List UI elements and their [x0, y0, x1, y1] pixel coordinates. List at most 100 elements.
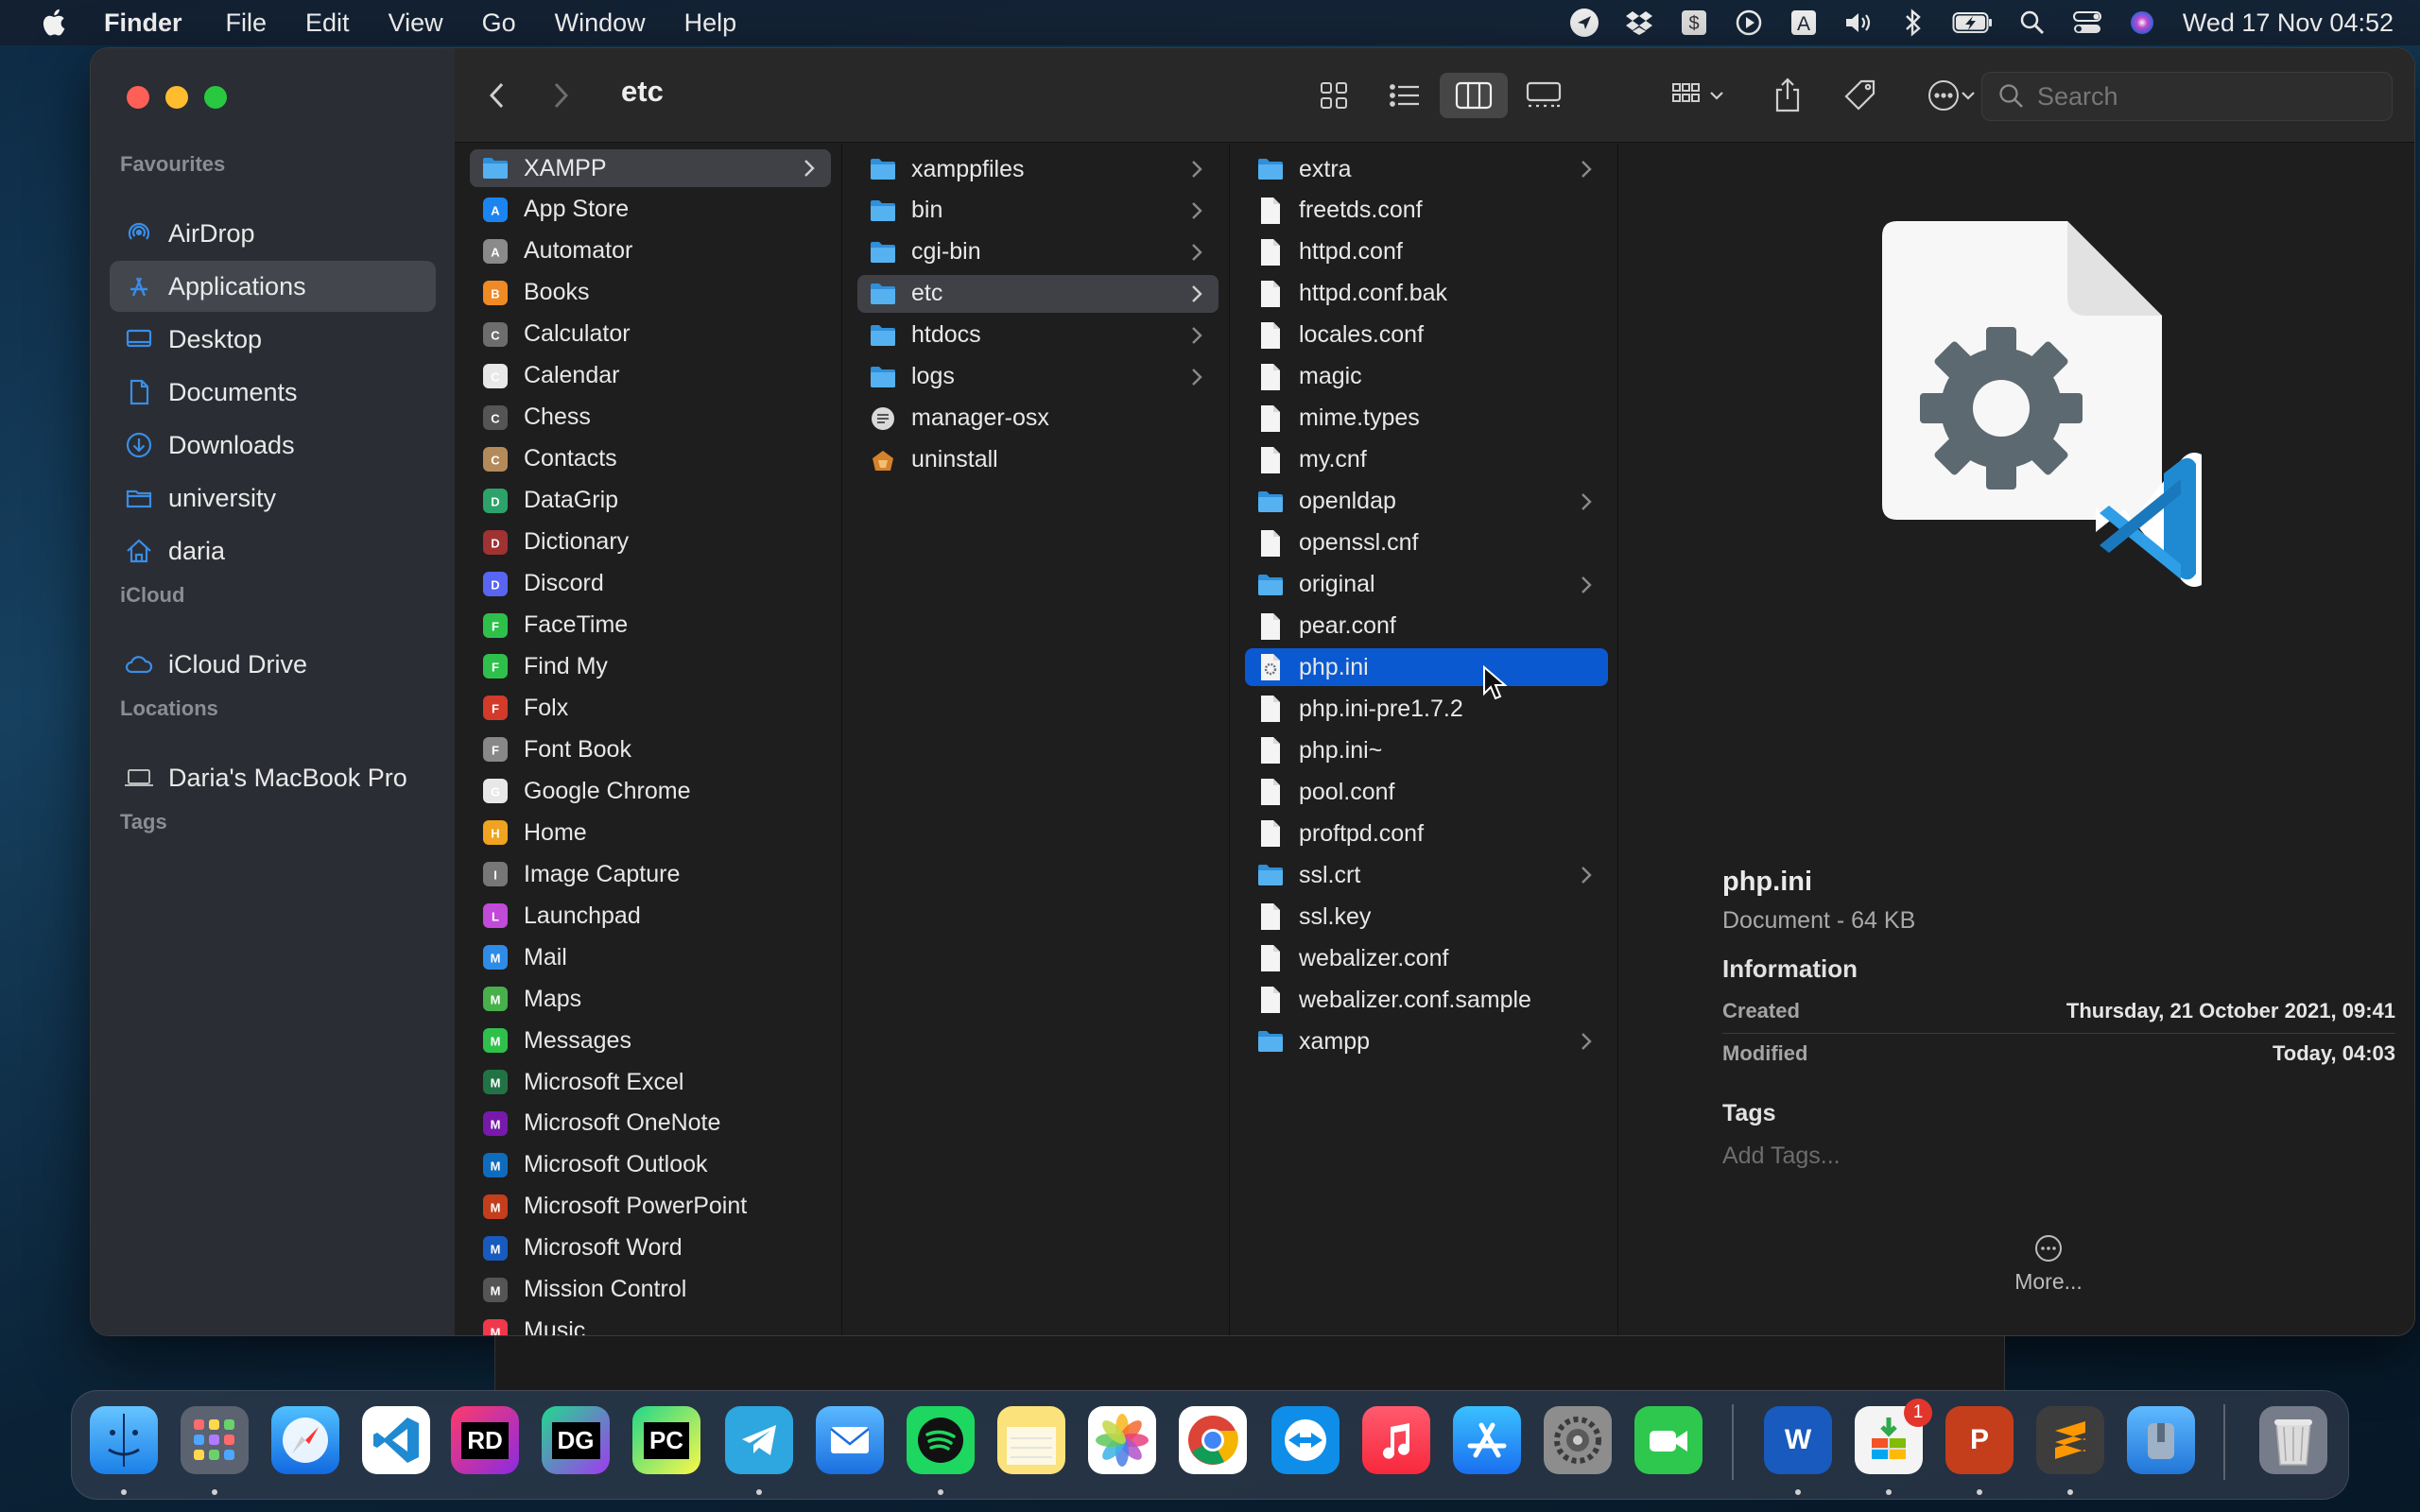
file-row-etc[interactable]: etc	[857, 274, 1219, 313]
file-row-ssl-crt[interactable]: ssl.crt	[1245, 856, 1608, 894]
control-center-icon[interactable]	[2071, 7, 2103, 39]
file-row-font-book[interactable]: F Font Book	[470, 730, 831, 768]
sidebar-item-applications[interactable]: Applications	[110, 261, 436, 312]
column-view-button[interactable]	[1440, 73, 1508, 118]
file-row-books[interactable]: B Books	[470, 274, 831, 312]
file-row-xampp[interactable]: XAMPP	[470, 149, 831, 187]
file-row-uninstall[interactable]: uninstall	[857, 441, 1219, 479]
teamviewer-icon[interactable]	[1271, 1406, 1340, 1474]
menu-window[interactable]: Window	[555, 9, 646, 38]
dropbox-icon[interactable]	[1623, 7, 1655, 39]
group-by-button[interactable]	[1660, 77, 1736, 114]
microsoft-installer-icon[interactable]: 1	[1855, 1399, 1932, 1474]
music-icon[interactable]	[1362, 1406, 1430, 1474]
siri-icon[interactable]	[2126, 7, 2158, 39]
battery-charging-icon[interactable]	[1952, 7, 1994, 39]
file-row-find-my[interactable]: F Find My	[470, 647, 831, 685]
file-row-openssl-cnf[interactable]: openssl.cnf	[1245, 524, 1608, 562]
file-row-automator[interactable]: A Automator	[470, 232, 831, 270]
file-row-locales-conf[interactable]: locales.conf	[1245, 317, 1608, 354]
file-row-mail[interactable]: M Mail	[470, 938, 831, 976]
file-row-pool-conf[interactable]: pool.conf	[1245, 773, 1608, 811]
spotlight-search-icon[interactable]	[2016, 7, 2048, 39]
gallery-view-button[interactable]	[1515, 77, 1572, 114]
file-row-php-ini[interactable]: php.ini~	[1245, 731, 1608, 769]
file-row-facetime[interactable]: F FaceTime	[470, 607, 831, 644]
safari-icon[interactable]	[271, 1406, 339, 1474]
facetime-icon[interactable]	[1634, 1406, 1703, 1474]
file-row-home[interactable]: H Home	[470, 814, 831, 851]
file-row-proftpd-conf[interactable]: proftpd.conf	[1245, 815, 1608, 852]
minimize-window-button[interactable]	[165, 86, 188, 109]
zoom-window-button[interactable]	[204, 86, 227, 109]
file-row-my-cnf[interactable]: my.cnf	[1245, 441, 1608, 479]
sidebar-item-documents[interactable]: Documents	[110, 367, 436, 418]
action-menu-button[interactable]	[1915, 77, 1986, 114]
menu-help[interactable]: Help	[684, 9, 737, 38]
sidebar-item-desktop[interactable]: Desktop	[110, 314, 436, 365]
file-row-microsoft-excel[interactable]: M Microsoft Excel	[470, 1063, 831, 1101]
back-button[interactable]	[483, 77, 511, 114]
menu-clock[interactable]: Wed 17 Nov 04:52	[2183, 9, 2394, 38]
system-preferences-icon[interactable]	[1544, 1406, 1612, 1474]
file-row-extra[interactable]: extra	[1245, 150, 1608, 188]
bluetooth-icon[interactable]	[1897, 7, 1929, 39]
file-row-google-chrome[interactable]: G Google Chrome	[470, 772, 831, 810]
share-button[interactable]	[1769, 77, 1806, 114]
rider-icon[interactable]: RD	[451, 1406, 519, 1474]
sublime-text-icon[interactable]	[2036, 1406, 2104, 1474]
file-row-webalizer-conf[interactable]: webalizer.conf	[1245, 939, 1608, 977]
file-row-maps[interactable]: M Maps	[470, 980, 831, 1018]
sidebar-item-airdrop[interactable]: AirDrop	[110, 208, 436, 259]
location-arrow-icon[interactable]	[1568, 7, 1600, 39]
file-row-xampp[interactable]: xampp	[1245, 1022, 1608, 1060]
file-row-mission-control[interactable]: M Mission Control	[470, 1271, 831, 1309]
sidebar-item-university[interactable]: university	[110, 472, 436, 524]
file-row-logs[interactable]: logs	[857, 358, 1219, 396]
file-row-music[interactable]: M Music	[470, 1313, 831, 1335]
launchpad-icon[interactable]	[181, 1406, 249, 1474]
search-field[interactable]	[1981, 72, 2393, 121]
sidebar-item-downloads[interactable]: Downloads	[110, 420, 436, 471]
close-window-button[interactable]	[127, 86, 149, 109]
mail-icon[interactable]	[816, 1406, 884, 1474]
file-row-php-ini-pre1-7-2[interactable]: php.ini-pre1.7.2	[1245, 690, 1608, 728]
spotify-icon[interactable]	[907, 1406, 975, 1474]
forward-button[interactable]	[546, 77, 575, 114]
file-row-microsoft-onenote[interactable]: M Microsoft OneNote	[470, 1105, 831, 1143]
sidebar-item-icloud-drive[interactable]: iCloud Drive	[110, 639, 436, 690]
apple-menu-icon[interactable]	[38, 6, 72, 40]
file-row-image-capture[interactable]: I Image Capture	[470, 855, 831, 893]
file-row-messages[interactable]: M Messages	[470, 1022, 831, 1059]
vscode-icon[interactable]	[362, 1406, 430, 1474]
pycharm-icon[interactable]: PC	[632, 1406, 700, 1474]
file-row-dictionary[interactable]: D Dictionary	[470, 524, 831, 561]
microsoft-powerpoint-icon[interactable]: P	[1945, 1406, 2014, 1474]
dollar-app-icon[interactable]: $	[1678, 7, 1710, 39]
list-view-button[interactable]	[1376, 77, 1433, 114]
notes-icon[interactable]	[997, 1406, 1065, 1474]
file-row-openldap[interactable]: openldap	[1245, 483, 1608, 521]
file-row-contacts[interactable]: C Contacts	[470, 440, 831, 478]
file-row-original[interactable]: original	[1245, 566, 1608, 604]
chrome-icon[interactable]	[1179, 1406, 1247, 1474]
file-row-microsoft-outlook[interactable]: M Microsoft Outlook	[470, 1146, 831, 1184]
file-row-folx[interactable]: F Folx	[470, 689, 831, 727]
play-circle-icon[interactable]	[1733, 7, 1765, 39]
file-row-bin[interactable]: bin	[857, 192, 1219, 230]
file-row-microsoft-word[interactable]: M Microsoft Word	[470, 1229, 831, 1267]
input-source-icon[interactable]: A	[1788, 7, 1820, 39]
add-tags-field[interactable]: Add Tags...	[1722, 1143, 1841, 1170]
menu-go[interactable]: Go	[482, 9, 516, 38]
file-row-webalizer-conf-sample[interactable]: webalizer.conf.sample	[1245, 981, 1608, 1019]
more-button[interactable]: More...	[1982, 1233, 2115, 1295]
file-row-manager-osx[interactable]: manager-osx	[857, 400, 1219, 438]
archive-utility-icon[interactable]	[2127, 1406, 2195, 1474]
search-input[interactable]	[2037, 81, 2377, 112]
file-row-app-store[interactable]: A App Store	[470, 191, 831, 229]
file-row-calendar[interactable]: C Calendar	[470, 357, 831, 395]
file-row-magic[interactable]: magic	[1245, 358, 1608, 396]
photos-icon[interactable]	[1088, 1406, 1156, 1474]
file-row-launchpad[interactable]: L Launchpad	[470, 897, 831, 935]
file-row-chess[interactable]: C Chess	[470, 399, 831, 437]
